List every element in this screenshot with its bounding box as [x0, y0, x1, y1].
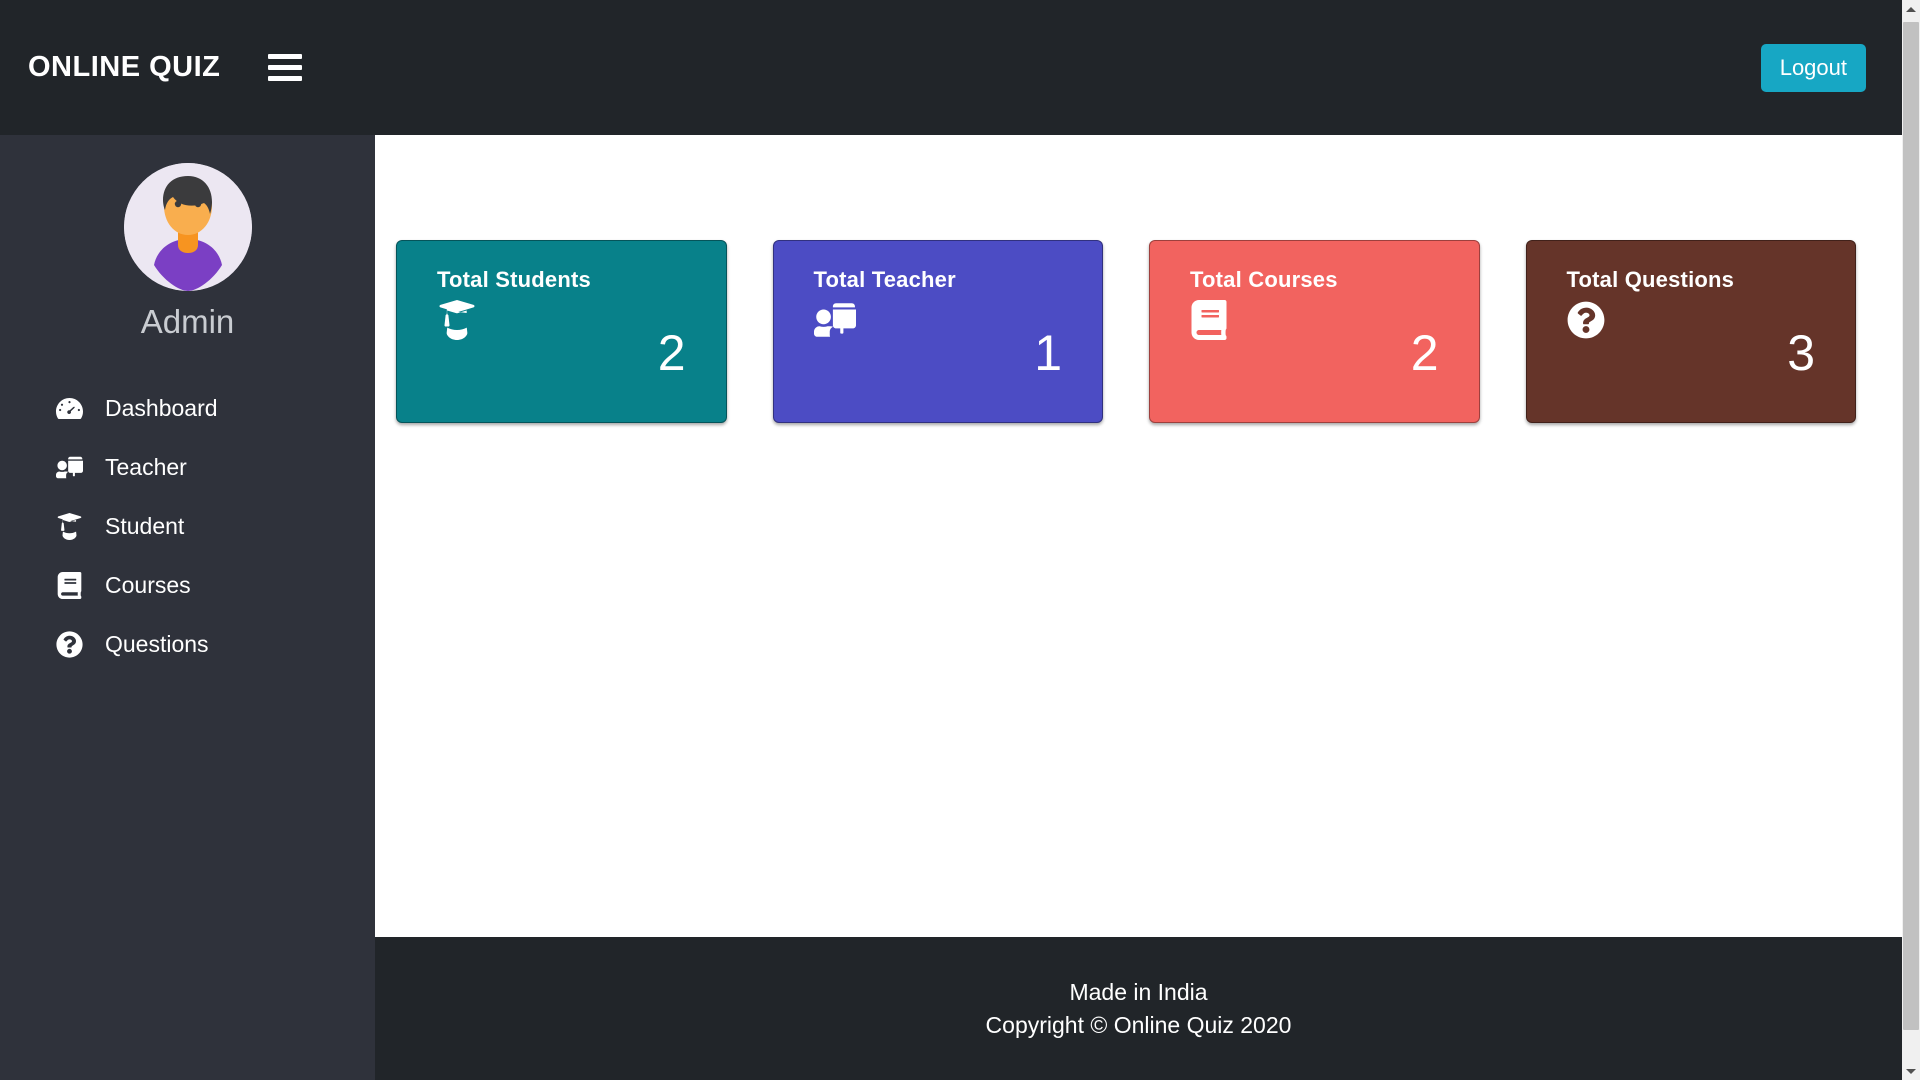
sidebar-item-dashboard[interactable]: Dashboard: [0, 379, 375, 438]
logout-button[interactable]: Logout: [1760, 43, 1866, 92]
sidebar-nav: Dashboard Teacher Student Courses Questi…: [0, 379, 375, 674]
chalkboard-teacher-icon: [813, 299, 856, 341]
sidebar-item-courses[interactable]: Courses: [0, 556, 375, 615]
vertical-scrollbar[interactable]: [1902, 0, 1920, 1080]
scrollbar-thumb[interactable]: [1903, 22, 1919, 1030]
sidebar-item-label: Courses: [105, 572, 191, 598]
stat-card-title: Total Students: [437, 267, 591, 292]
top-navbar: ONLINE QUIZ Logout: [0, 0, 1902, 135]
main-content: Total Students 2 Total Teacher 1 Total C…: [375, 135, 1902, 937]
stat-card-total-students[interactable]: Total Students 2: [396, 240, 727, 423]
chalkboard-teacher-icon: [56, 454, 83, 481]
hamburger-bar: [268, 76, 303, 81]
avatar-illustration: [123, 163, 252, 291]
hamburger-icon[interactable]: [268, 53, 303, 83]
stat-card-title: Total Questions: [1566, 267, 1735, 292]
hamburger-bar: [268, 54, 303, 59]
stat-card-value: 2: [657, 325, 686, 381]
sidebar-item-label: Dashboard: [105, 395, 218, 421]
footer: Made in India Copyright © Online Quiz 20…: [375, 937, 1902, 1080]
stat-card-title: Total Teacher: [813, 267, 956, 292]
stat-cards-row: Total Students 2 Total Teacher 1 Total C…: [396, 240, 1856, 423]
book-icon: [1190, 299, 1232, 341]
tachometer-icon: [56, 395, 83, 422]
sidebar-item-teacher[interactable]: Teacher: [0, 438, 375, 497]
stat-card-value: 3: [1787, 325, 1815, 381]
stat-card-value: 1: [1034, 325, 1062, 381]
page-root: ONLINE QUIZ Logout Admin Dashboard Teach…: [0, 0, 1902, 1080]
question-circle-icon: [56, 631, 83, 658]
user-graduate-icon: [437, 299, 479, 341]
sidebar-item-student[interactable]: Student: [0, 497, 375, 556]
stat-card-value: 2: [1410, 325, 1439, 381]
stat-card-total-teacher[interactable]: Total Teacher 1: [772, 240, 1103, 423]
user-graduate-icon: [56, 513, 83, 540]
hamburger-bar: [268, 65, 303, 70]
footer-copyright: Copyright © Online Quiz 2020: [985, 1011, 1292, 1038]
stat-card-total-courses[interactable]: Total Courses 2: [1149, 240, 1480, 423]
user-name: Admin: [140, 303, 235, 340]
scroll-down-arrow[interactable]: [1902, 1062, 1920, 1080]
sidebar-item-questions[interactable]: Questions: [0, 615, 375, 674]
question-circle-icon: [1567, 299, 1609, 341]
scroll-up-arrow[interactable]: [1902, 0, 1920, 18]
footer-made-in: Made in India: [1069, 978, 1208, 1005]
sidebar-item-label: Questions: [105, 631, 209, 657]
sidebar-item-label: Student: [105, 513, 185, 539]
brand-title: ONLINE QUIZ: [28, 51, 221, 83]
sidebar-item-label: Teacher: [105, 454, 187, 480]
avatar-wrapper: [0, 163, 375, 291]
stat-card-title: Total Courses: [1190, 267, 1338, 292]
book-icon: [57, 572, 82, 599]
stat-card-total-questions[interactable]: Total Questions 3: [1525, 240, 1856, 423]
sidebar: Admin Dashboard Teacher Student Courses …: [0, 135, 375, 1080]
avatar: [123, 163, 252, 291]
